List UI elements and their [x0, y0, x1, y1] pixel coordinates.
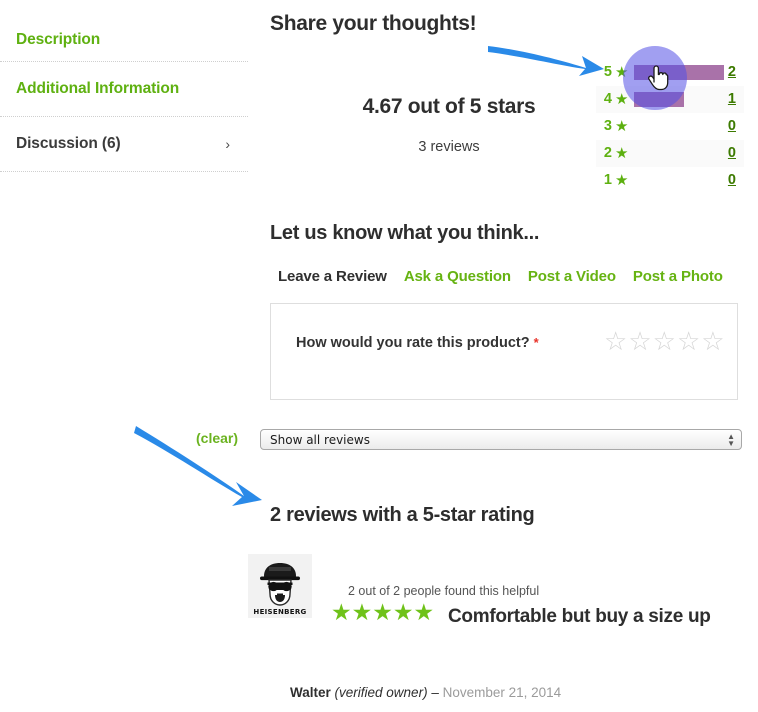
tab-post-a-photo[interactable]: Post a Photo — [633, 268, 723, 285]
required-asterisk: * — [533, 335, 539, 350]
star-icon: ★ — [615, 118, 629, 135]
sidebar-item-label: Description — [16, 31, 101, 48]
histogram-star-level: 5 — [603, 64, 612, 81]
star-filled-4-icon: ★ — [392, 599, 414, 625]
histogram-row-3[interactable]: 3 ★ 0 — [596, 113, 744, 140]
sidebar-item-label: Additional Information — [16, 80, 180, 97]
star-icon: ★ — [615, 172, 629, 189]
histogram-bar — [634, 92, 684, 107]
rating-histogram: 5 ★ 2 4 ★ 1 3 ★ 0 2 ★ 0 1 ★ 0 — [596, 59, 744, 194]
histogram-bar — [634, 65, 724, 80]
histogram-count-link[interactable]: 0 — [724, 173, 736, 188]
histogram-count-link[interactable]: 2 — [724, 65, 736, 80]
histogram-row-5[interactable]: 5 ★ 2 — [596, 59, 744, 86]
annotation-arrow-to-histogram — [488, 46, 604, 76]
star-filled-1-icon: ★ — [331, 599, 352, 625]
rating-question-text: How would you rate this product? — [296, 335, 530, 351]
verified-owner-label: (verified owner) — [334, 685, 428, 700]
results-heading: 2 reviews with a 5-star rating — [270, 504, 535, 526]
star-icon: ★ — [615, 91, 629, 108]
star-rating-input[interactable]: ☆ ☆ ☆ ☆ ☆ — [604, 328, 725, 354]
feedback-heading: Let us know what you think... — [270, 222, 540, 244]
product-tabs-sidebar: Description Additional Information Discu… — [0, 0, 248, 172]
histogram-star-level: 3 — [603, 118, 612, 135]
chevron-right-icon: › — [225, 136, 230, 152]
star-filled-2-icon: ★ — [351, 599, 373, 625]
histogram-row-2[interactable]: 2 ★ 0 — [596, 140, 744, 167]
histogram-bar-track — [634, 140, 724, 167]
histogram-count-link[interactable]: 0 — [724, 119, 736, 134]
tab-ask-a-question[interactable]: Ask a Question — [404, 268, 511, 285]
svg-text:HEISENBERG: HEISENBERG — [253, 608, 306, 616]
heisenberg-avatar-icon: HEISENBERG — [248, 554, 312, 618]
histogram-row-4[interactable]: 4 ★ 1 — [596, 86, 744, 113]
review-date: November 21, 2014 — [442, 685, 562, 700]
avatar: HEISENBERG — [248, 554, 312, 618]
review-count-text: 3 reviews — [418, 139, 480, 155]
histogram-count-link[interactable]: 0 — [724, 146, 736, 161]
review-filter-selected-value: Show all reviews — [270, 432, 370, 447]
star-5-icon[interactable]: ☆ — [701, 328, 724, 354]
tab-leave-a-review[interactable]: Leave a Review — [278, 268, 387, 285]
histogram-row-1[interactable]: 1 ★ 0 — [596, 167, 744, 194]
histogram-bar-track — [634, 167, 724, 194]
sidebar-item-label: Discussion (6) — [16, 135, 121, 152]
star-3-icon[interactable]: ☆ — [653, 328, 676, 354]
histogram-bar-track — [634, 113, 724, 140]
histogram-star-level: 2 — [603, 145, 612, 162]
star-icon: ★ — [615, 145, 629, 162]
review-author: Walter — [290, 685, 331, 700]
clear-filter-link[interactable]: (clear) — [196, 430, 238, 446]
review-star-rating: ★ ★ ★ ★ ★ — [331, 601, 434, 624]
review-filter-select[interactable]: Show all reviews ▲ ▼ — [260, 429, 742, 450]
star-4-icon[interactable]: ☆ — [677, 328, 700, 354]
star-filled-3-icon: ★ — [372, 599, 393, 625]
histogram-count-link[interactable]: 1 — [724, 92, 736, 107]
histogram-star-level: 4 — [603, 91, 612, 108]
tab-post-a-video[interactable]: Post a Video — [528, 268, 616, 285]
sidebar-item-additional-information[interactable]: Additional Information — [0, 62, 248, 117]
review-byline: Walter (verified owner) – November 21, 2… — [290, 685, 561, 700]
average-rating-text: 4.67 out of 5 stars — [362, 95, 536, 118]
star-filled-5-icon: ★ — [413, 599, 435, 625]
page-title: Share your thoughts! — [270, 12, 477, 35]
rating-form-box: How would you rate this product? * ☆ ☆ ☆… — [270, 303, 738, 400]
feedback-tabs: Leave a Review Ask a Question Post a Vid… — [278, 268, 723, 285]
review-title: Comfortable but buy a size up — [448, 606, 711, 627]
select-stepper-icon: ▲ ▼ — [727, 432, 735, 448]
histogram-bar-track — [634, 59, 724, 86]
rating-question-label: How would you rate this product? * — [296, 335, 539, 351]
histogram-star-level: 1 — [603, 172, 612, 189]
star-icon: ★ — [615, 64, 629, 81]
star-1-icon[interactable]: ☆ — [604, 328, 627, 354]
byline-separator: – — [431, 685, 439, 700]
histogram-bar-track — [634, 86, 724, 113]
review-page: Description Additional Information Discu… — [0, 0, 758, 712]
chevron-down-icon: ▼ — [727, 438, 735, 448]
sidebar-item-discussion[interactable]: Discussion (6) › — [0, 117, 248, 172]
sidebar-item-description[interactable]: Description — [0, 0, 248, 62]
star-2-icon[interactable]: ☆ — [628, 328, 651, 354]
helpful-votes-text: 2 out of 2 people found this helpful — [348, 584, 540, 598]
